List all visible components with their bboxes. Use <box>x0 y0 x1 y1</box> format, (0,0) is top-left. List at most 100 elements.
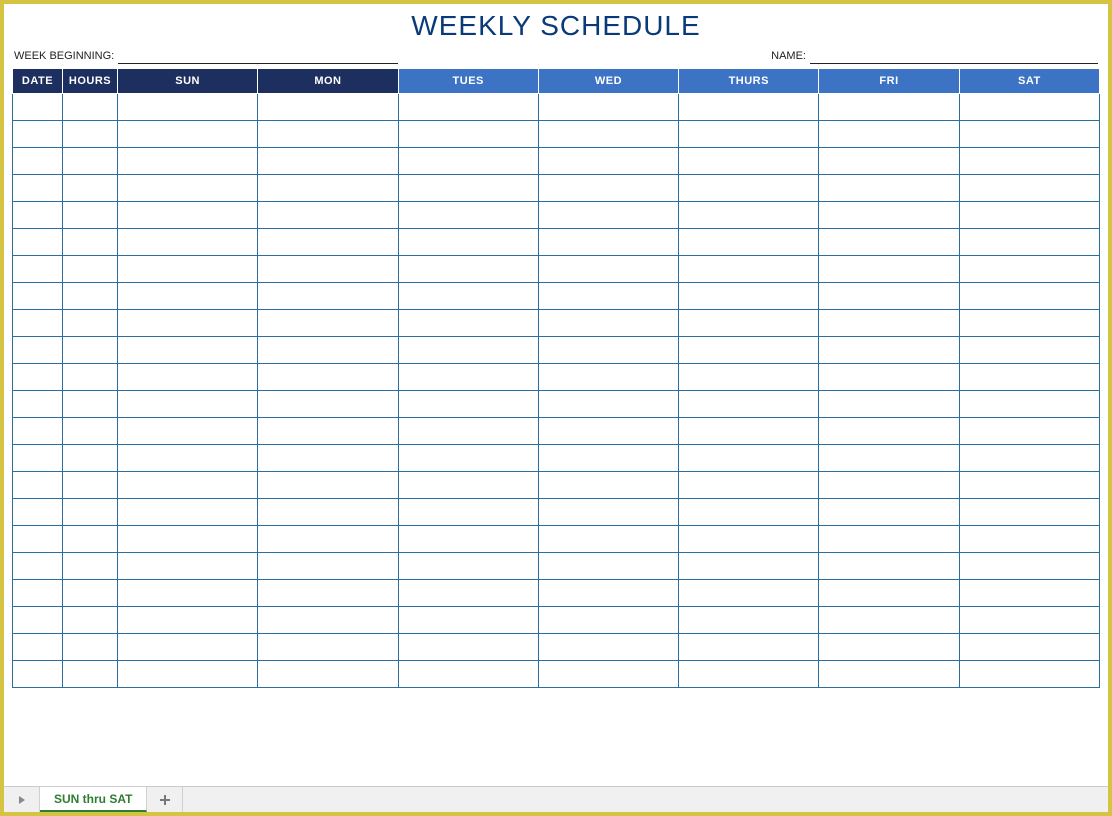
cell[interactable] <box>258 148 398 175</box>
cell[interactable] <box>398 310 538 337</box>
cell[interactable] <box>118 202 258 229</box>
cell[interactable] <box>819 391 959 418</box>
cell[interactable] <box>538 418 678 445</box>
cell[interactable] <box>13 445 63 472</box>
cell[interactable] <box>538 526 678 553</box>
cell[interactable] <box>819 580 959 607</box>
cell[interactable] <box>679 445 819 472</box>
cell[interactable] <box>538 310 678 337</box>
cell[interactable] <box>63 607 118 634</box>
cell[interactable] <box>959 472 1099 499</box>
cell[interactable] <box>679 229 819 256</box>
cell[interactable] <box>258 634 398 661</box>
cell[interactable] <box>679 337 819 364</box>
cell[interactable] <box>13 607 63 634</box>
cell[interactable] <box>959 580 1099 607</box>
cell[interactable] <box>258 526 398 553</box>
cell[interactable] <box>538 256 678 283</box>
cell[interactable] <box>258 283 398 310</box>
cell[interactable] <box>63 202 118 229</box>
cell[interactable] <box>63 634 118 661</box>
cell[interactable] <box>538 553 678 580</box>
cell[interactable] <box>959 337 1099 364</box>
cell[interactable] <box>959 391 1099 418</box>
cell[interactable] <box>819 202 959 229</box>
cell[interactable] <box>819 499 959 526</box>
cell[interactable] <box>398 202 538 229</box>
cell[interactable] <box>398 607 538 634</box>
cell[interactable] <box>679 121 819 148</box>
cell[interactable] <box>258 499 398 526</box>
cell[interactable] <box>118 634 258 661</box>
cell[interactable] <box>959 418 1099 445</box>
cell[interactable] <box>398 472 538 499</box>
cell[interactable] <box>13 229 63 256</box>
cell[interactable] <box>538 661 678 688</box>
cell[interactable] <box>959 229 1099 256</box>
cell[interactable] <box>13 202 63 229</box>
cell[interactable] <box>118 175 258 202</box>
cell[interactable] <box>118 580 258 607</box>
week-beginning-input[interactable] <box>118 48 398 64</box>
cell[interactable] <box>679 661 819 688</box>
cell[interactable] <box>258 445 398 472</box>
sheet-tab-active[interactable]: SUN thru SAT <box>40 787 147 812</box>
cell[interactable] <box>679 310 819 337</box>
cell[interactable] <box>63 121 118 148</box>
cell[interactable] <box>63 148 118 175</box>
cell[interactable] <box>398 364 538 391</box>
cell[interactable] <box>398 148 538 175</box>
cell[interactable] <box>398 121 538 148</box>
cell[interactable] <box>959 445 1099 472</box>
cell[interactable] <box>538 607 678 634</box>
cell[interactable] <box>63 472 118 499</box>
cell[interactable] <box>13 148 63 175</box>
cell[interactable] <box>538 202 678 229</box>
cell[interactable] <box>398 526 538 553</box>
cell[interactable] <box>679 553 819 580</box>
cell[interactable] <box>959 526 1099 553</box>
cell[interactable] <box>959 283 1099 310</box>
cell[interactable] <box>258 553 398 580</box>
cell[interactable] <box>13 661 63 688</box>
cell[interactable] <box>959 175 1099 202</box>
cell[interactable] <box>118 364 258 391</box>
cell[interactable] <box>258 580 398 607</box>
cell[interactable] <box>819 310 959 337</box>
cell[interactable] <box>819 418 959 445</box>
cell[interactable] <box>13 310 63 337</box>
cell[interactable] <box>959 94 1099 121</box>
cell[interactable] <box>959 310 1099 337</box>
cell[interactable] <box>959 634 1099 661</box>
cell[interactable] <box>679 391 819 418</box>
cell[interactable] <box>819 283 959 310</box>
cell[interactable] <box>258 472 398 499</box>
cell[interactable] <box>538 364 678 391</box>
cell[interactable] <box>398 283 538 310</box>
cell[interactable] <box>63 310 118 337</box>
cell[interactable] <box>13 526 63 553</box>
cell[interactable] <box>63 499 118 526</box>
cell[interactable] <box>959 553 1099 580</box>
cell[interactable] <box>258 364 398 391</box>
cell[interactable] <box>398 229 538 256</box>
cell[interactable] <box>538 175 678 202</box>
cell[interactable] <box>13 418 63 445</box>
cell[interactable] <box>63 229 118 256</box>
cell[interactable] <box>258 391 398 418</box>
cell[interactable] <box>258 202 398 229</box>
cell[interactable] <box>258 418 398 445</box>
cell[interactable] <box>679 580 819 607</box>
add-sheet-button[interactable] <box>147 787 183 812</box>
cell[interactable] <box>13 283 63 310</box>
cell[interactable] <box>959 607 1099 634</box>
cell[interactable] <box>398 553 538 580</box>
cell[interactable] <box>258 256 398 283</box>
name-input[interactable] <box>810 48 1098 64</box>
cell[interactable] <box>538 445 678 472</box>
cell[interactable] <box>538 94 678 121</box>
cell[interactable] <box>679 148 819 175</box>
cell[interactable] <box>819 472 959 499</box>
cell[interactable] <box>258 337 398 364</box>
cell[interactable] <box>538 391 678 418</box>
